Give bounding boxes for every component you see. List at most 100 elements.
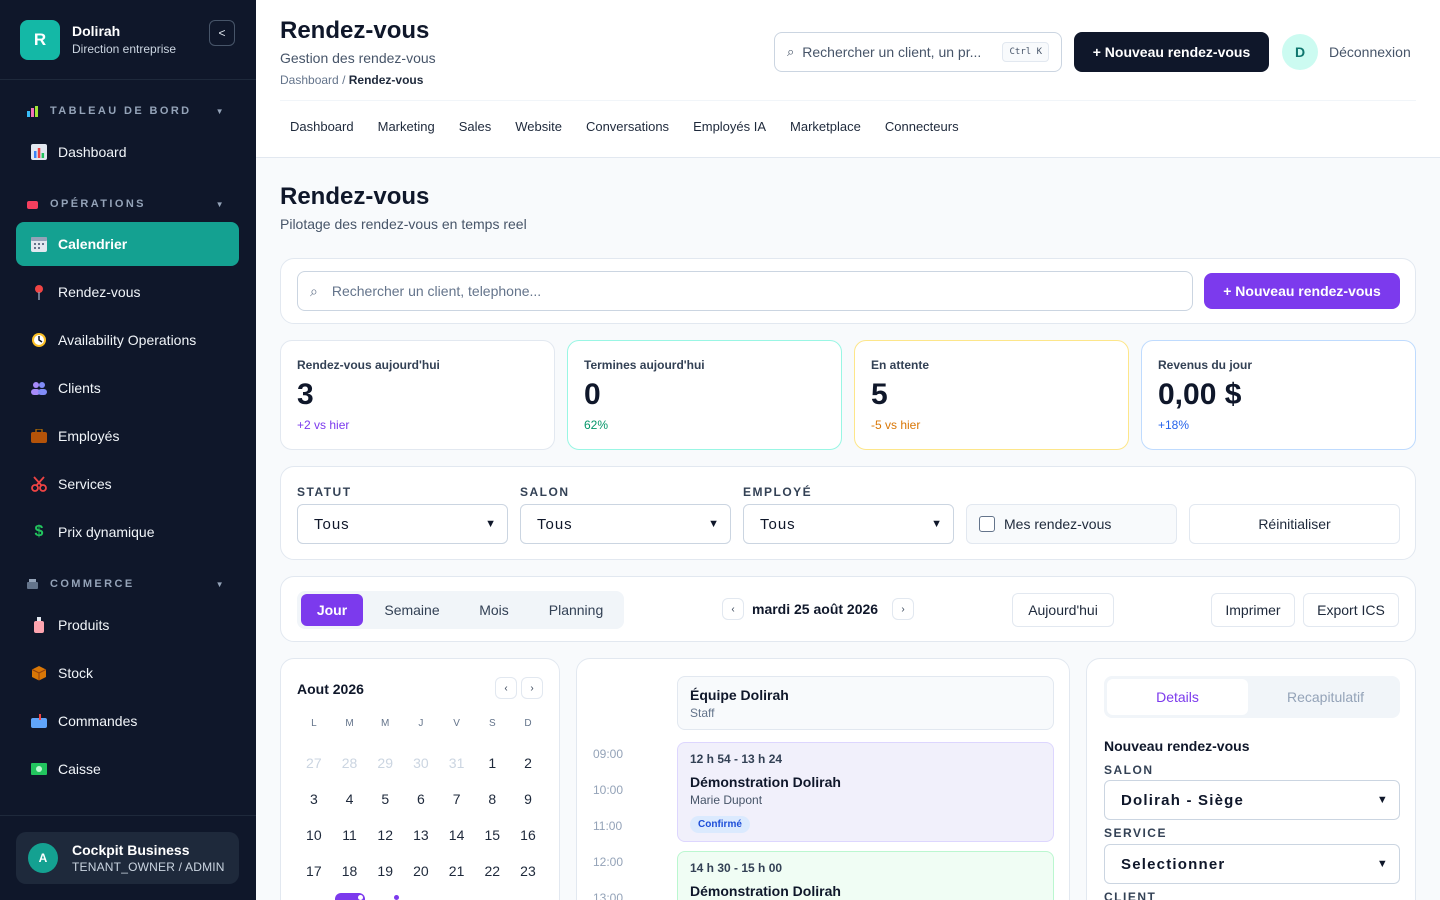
sidebar-collapse-button[interactable]: < [209, 20, 235, 46]
nav-website[interactable]: Website [515, 119, 562, 134]
sidebar-item-rendez-vous[interactable]: Rendez-vous [16, 270, 239, 314]
calendar-day[interactable]: 28 [439, 889, 475, 900]
section-tableau-de-bord[interactable]: TABLEAU DE BORD ▼ [0, 99, 256, 123]
calendar-day[interactable]: 20 [403, 853, 439, 889]
next-month-button[interactable]: › [521, 677, 543, 699]
print-button[interactable]: Imprimer [1211, 593, 1295, 627]
salon-select[interactable]: Tous ▼ [520, 504, 731, 544]
sidebar-item-employes[interactable]: Employés [16, 414, 239, 458]
calendar-day[interactable]: 4 [332, 781, 368, 817]
cash-icon [30, 760, 48, 778]
employe-select[interactable]: Tous ▼ [743, 504, 954, 544]
calendar-day[interactable]: 5 [367, 781, 403, 817]
nav-conversations[interactable]: Conversations [586, 119, 669, 134]
my-appointments-checkbox[interactable]: Mes rendez-vous [966, 504, 1177, 544]
current-date: mardi 25 août 2026 [752, 601, 879, 617]
chevron-down-icon: ▼ [215, 106, 226, 116]
avatar[interactable]: D [1282, 34, 1318, 70]
checkbox-icon[interactable] [979, 516, 995, 532]
calendar-day[interactable]: 28 [332, 745, 368, 781]
calendar-day[interactable]: 23 [510, 853, 546, 889]
calendar-day[interactable]: 31 [439, 745, 475, 781]
avatar: A [28, 843, 58, 873]
tab-planning[interactable]: Planning [533, 594, 619, 626]
calendar-day[interactable]: 17 [296, 853, 332, 889]
logout-link[interactable]: Déconnexion [1329, 44, 1411, 60]
salon-select[interactable]: Dolirah - Siège ▼ [1104, 780, 1400, 820]
user-card[interactable]: A Cockpit Business TENANT_OWNER / ADMIN [16, 832, 239, 884]
global-search-input[interactable]: ⌕ Rechercher un client, un pr... Ctrl K [774, 32, 1062, 72]
stat-card-pending: En attente 5 -5 vs hier [854, 340, 1129, 450]
next-day-button[interactable]: › [892, 598, 914, 620]
calendar-day[interactable]: 27 [296, 745, 332, 781]
calendar-day[interactable]: 29 [367, 745, 403, 781]
nav-sales[interactable]: Sales [459, 119, 492, 134]
appointment-search-input[interactable]: ⌕ Rechercher un client, telephone... [297, 271, 1193, 311]
sidebar-item-services[interactable]: Services [16, 462, 239, 506]
service-select[interactable]: Selectionner ▼ [1104, 844, 1400, 884]
event-dot [394, 895, 400, 900]
calendar-day[interactable]: 30 [403, 745, 439, 781]
sidebar-item-prix-dynamique[interactable]: $ Prix dynamique [16, 510, 239, 554]
nav-connecteurs[interactable]: Connecteurs [885, 119, 959, 134]
breadcrumb-root[interactable]: Dashboard [280, 73, 339, 87]
tab-semaine[interactable]: Semaine [369, 594, 455, 626]
calendar-day[interactable]: 18 [332, 853, 368, 889]
calendar-day[interactable]: 13 [403, 817, 439, 853]
sidebar-item-dashboard[interactable]: Dashboard [16, 130, 239, 174]
calendar-day[interactable]: 2 [510, 745, 546, 781]
calendar-day[interactable]: 10 [296, 817, 332, 853]
calendar-day[interactable]: 14 [439, 817, 475, 853]
tab-jour[interactable]: Jour [301, 594, 363, 626]
calendar-day[interactable]: 6 [403, 781, 439, 817]
appointment-card[interactable]: 12 h 54 - 13 h 24 Démonstration Dolirah … [677, 742, 1054, 842]
prev-day-button[interactable]: ‹ [722, 598, 744, 620]
new-appointment-button[interactable]: + Nouveau rendez-vous [1074, 32, 1269, 72]
calendar-day[interactable]: 25 [332, 889, 368, 900]
calendar-day[interactable]: 8 [474, 781, 510, 817]
calendar-day[interactable]: 21 [439, 853, 475, 889]
calendar-day[interactable]: 11 [332, 817, 368, 853]
calendar-day[interactable]: 22 [474, 853, 510, 889]
calendar-day[interactable]: 26 [367, 889, 403, 900]
bar-chart-icon [30, 143, 48, 161]
calendar-day[interactable]: 9 [510, 781, 546, 817]
calendar-day[interactable]: 15 [474, 817, 510, 853]
calendar-day[interactable]: 1 [474, 745, 510, 781]
sidebar-item-calendrier[interactable]: Calendrier [16, 222, 239, 266]
tab-details[interactable]: Details [1107, 679, 1248, 715]
calendar-day[interactable]: 29 [474, 889, 510, 900]
new-appointment-button[interactable]: + Nouveau rendez-vous [1204, 273, 1400, 309]
appointment-card[interactable]: 14 h 30 - 15 h 00 Démonstration Dolirah [677, 851, 1054, 900]
calendar-day[interactable]: 27 [403, 889, 439, 900]
sidebar-item-caisse[interactable]: Caisse [16, 747, 239, 791]
mini-calendar: Aout 2026 ‹ › L M M J V S D 27 28 29 30 31 1 2… [280, 658, 560, 900]
sidebar-item-stock[interactable]: Stock [16, 651, 239, 695]
calendar-day[interactable]: 16 [510, 817, 546, 853]
sidebar-item-commandes[interactable]: Commandes [16, 699, 239, 743]
tab-mois[interactable]: Mois [461, 594, 527, 626]
sidebar-item-produits[interactable]: Produits [16, 603, 239, 647]
nav-marketplace[interactable]: Marketplace [790, 119, 861, 134]
section-commerce[interactable]: COMMERCE ▼ [0, 572, 256, 596]
nav-marketing[interactable]: Marketing [378, 119, 435, 134]
calendar-day[interactable]: 19 [367, 853, 403, 889]
export-ics-button[interactable]: Export ICS [1303, 593, 1399, 627]
nav-dashboard[interactable]: Dashboard [290, 119, 354, 134]
reset-button[interactable]: Réinitialiser [1189, 504, 1400, 544]
filter-card: STATUT Tous ▼ SALON Tous ▼ EMPLOYÉ Tous … [280, 466, 1416, 560]
day-schedule: Équipe Dolirah Staff 09:00 10:00 11:00 1… [576, 658, 1070, 900]
calendar-day[interactable]: 30 [510, 889, 546, 900]
sidebar-item-clients[interactable]: Clients [16, 366, 239, 410]
calendar-day[interactable]: 7 [439, 781, 475, 817]
calendar-day[interactable]: 3 [296, 781, 332, 817]
section-operations[interactable]: OPÉRATIONS ▼ [0, 192, 256, 216]
nav-employes-ia[interactable]: Employés IA [693, 119, 766, 134]
statut-select[interactable]: Tous ▼ [297, 504, 508, 544]
prev-month-button[interactable]: ‹ [495, 677, 517, 699]
calendar-day[interactable]: 12 [367, 817, 403, 853]
calendar-day[interactable]: 24 [296, 889, 332, 900]
tab-recapitulatif[interactable]: Recapitulatif [1254, 679, 1397, 715]
today-button[interactable]: Aujourd'hui [1012, 593, 1114, 627]
sidebar-item-availability-operations[interactable]: Availability Operations [16, 318, 239, 362]
